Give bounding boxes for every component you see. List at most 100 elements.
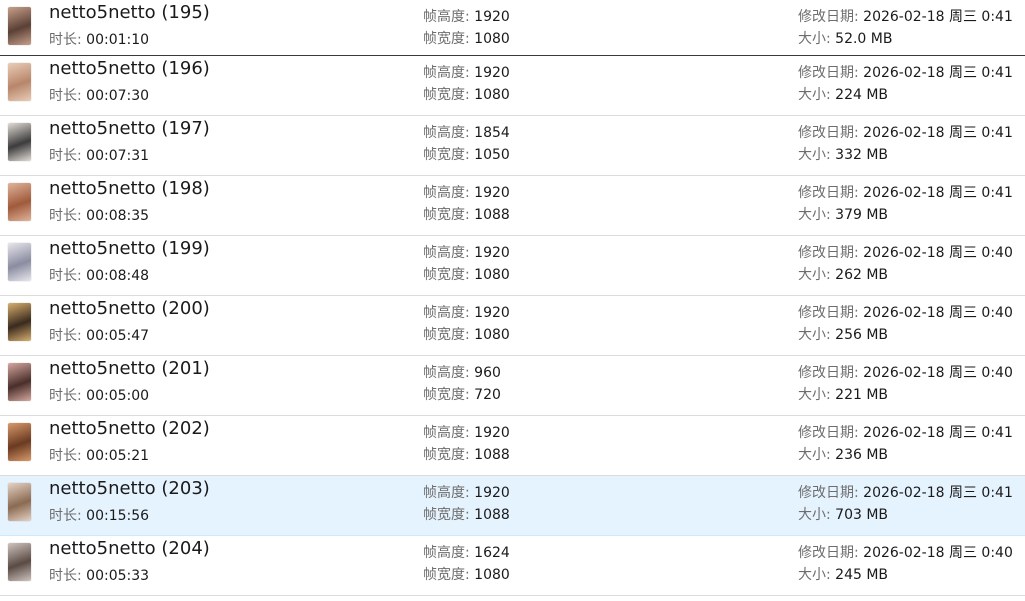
frame-height-value: 1920 bbox=[474, 425, 510, 441]
modified-date-label: 修改日期: bbox=[798, 425, 859, 441]
file-size-label: 大小: bbox=[798, 147, 831, 163]
frame-width-value: 1080 bbox=[474, 87, 510, 103]
modified-date-value: 2026-02-18 周三 0:40 bbox=[863, 245, 1013, 261]
frame-width-label: 帧宽度: bbox=[423, 447, 470, 463]
modified-date-label: 修改日期: bbox=[798, 125, 859, 141]
frame-height-value: 1920 bbox=[474, 245, 510, 261]
frame-width-value: 1050 bbox=[474, 147, 510, 163]
frame-width-field: 帧宽度: 1080 bbox=[423, 324, 510, 344]
duration-field: 时长: 00:07:31 bbox=[49, 145, 149, 165]
duration-field: 时长: 00:08:35 bbox=[49, 205, 149, 225]
file-name: netto5netto (202) bbox=[49, 418, 210, 439]
file-size-field: 大小: 236 MB bbox=[798, 444, 888, 464]
frame-width-field: 帧宽度: 1080 bbox=[423, 84, 510, 104]
file-name: netto5netto (195) bbox=[49, 2, 210, 23]
frame-width-value: 1088 bbox=[474, 447, 510, 463]
file-row[interactable]: netto5netto (196) 时长: 00:07:30 帧高度: 1920… bbox=[0, 56, 1025, 116]
frame-height-value: 1920 bbox=[474, 305, 510, 321]
file-row[interactable]: netto5netto (204) 时长: 00:05:33 帧高度: 1624… bbox=[0, 536, 1025, 596]
file-size-label: 大小: bbox=[798, 507, 831, 523]
video-thumbnail bbox=[8, 483, 31, 521]
frame-height-field: 帧高度: 1920 bbox=[423, 6, 510, 26]
frame-height-value: 1920 bbox=[474, 185, 510, 201]
frame-height-label: 帧高度: bbox=[423, 425, 470, 441]
modified-date-field: 修改日期: 2026-02-18 周三 0:41 bbox=[798, 182, 1013, 202]
video-thumbnail bbox=[8, 303, 31, 341]
modified-date-field: 修改日期: 2026-02-18 周三 0:41 bbox=[798, 62, 1013, 82]
modified-date-field: 修改日期: 2026-02-18 周三 0:41 bbox=[798, 422, 1013, 442]
modified-date-label: 修改日期: bbox=[798, 65, 859, 81]
modified-date-value: 2026-02-18 周三 0:41 bbox=[863, 485, 1013, 501]
file-size-value: 221 MB bbox=[835, 387, 889, 403]
frame-width-label: 帧宽度: bbox=[423, 207, 470, 223]
file-row[interactable]: netto5netto (195) 时长: 00:01:10 帧高度: 1920… bbox=[0, 0, 1025, 56]
modified-date-label: 修改日期: bbox=[798, 305, 859, 321]
duration-label: 时长: bbox=[49, 508, 82, 524]
frame-height-field: 帧高度: 1920 bbox=[423, 182, 510, 202]
file-row[interactable]: netto5netto (200) 时长: 00:05:47 帧高度: 1920… bbox=[0, 296, 1025, 356]
video-thumbnail bbox=[8, 183, 31, 221]
frame-height-field: 帧高度: 1854 bbox=[423, 122, 510, 142]
frame-height-label: 帧高度: bbox=[423, 65, 470, 81]
frame-width-label: 帧宽度: bbox=[423, 87, 470, 103]
frame-height-field: 帧高度: 1920 bbox=[423, 242, 510, 262]
file-size-field: 大小: 379 MB bbox=[798, 204, 888, 224]
frame-width-value: 1080 bbox=[474, 327, 510, 343]
frame-height-field: 帧高度: 960 bbox=[423, 362, 501, 382]
duration-value: 00:07:30 bbox=[86, 88, 150, 104]
file-name: netto5netto (204) bbox=[49, 538, 210, 559]
frame-width-field: 帧宽度: 1088 bbox=[423, 444, 510, 464]
duration-value: 00:05:47 bbox=[86, 328, 150, 344]
file-row[interactable]: netto5netto (199) 时长: 00:08:48 帧高度: 1920… bbox=[0, 236, 1025, 296]
file-size-label: 大小: bbox=[798, 567, 831, 583]
modified-date-label: 修改日期: bbox=[798, 245, 859, 261]
file-row[interactable]: netto5netto (202) 时长: 00:05:21 帧高度: 1920… bbox=[0, 416, 1025, 476]
file-size-field: 大小: 332 MB bbox=[798, 144, 888, 164]
frame-width-label: 帧宽度: bbox=[423, 387, 470, 403]
file-row[interactable]: netto5netto (201) 时长: 00:05:00 帧高度: 960 … bbox=[0, 356, 1025, 416]
modified-date-field: 修改日期: 2026-02-18 周三 0:40 bbox=[798, 242, 1013, 262]
frame-height-value: 1920 bbox=[474, 9, 510, 25]
frame-height-label: 帧高度: bbox=[423, 245, 470, 261]
file-row[interactable]: netto5netto (203) 时长: 00:15:56 帧高度: 1920… bbox=[0, 476, 1025, 536]
duration-field: 时长: 00:07:30 bbox=[49, 85, 149, 105]
frame-height-value: 1920 bbox=[474, 485, 510, 501]
file-row[interactable]: netto5netto (198) 时长: 00:08:35 帧高度: 1920… bbox=[0, 176, 1025, 236]
frame-height-label: 帧高度: bbox=[423, 185, 470, 201]
file-size-label: 大小: bbox=[798, 447, 831, 463]
duration-field: 时长: 00:15:56 bbox=[49, 505, 149, 525]
modified-date-label: 修改日期: bbox=[798, 365, 859, 381]
file-size-value: 379 MB bbox=[835, 207, 889, 223]
duration-label: 时长: bbox=[49, 208, 82, 224]
duration-value: 00:08:48 bbox=[86, 268, 150, 284]
file-name: netto5netto (196) bbox=[49, 58, 210, 79]
duration-label: 时长: bbox=[49, 148, 82, 164]
frame-width-value: 1080 bbox=[474, 567, 510, 583]
file-size-field: 大小: 245 MB bbox=[798, 564, 888, 584]
file-size-label: 大小: bbox=[798, 267, 831, 283]
modified-date-field: 修改日期: 2026-02-18 周三 0:40 bbox=[798, 542, 1013, 562]
modified-date-value: 2026-02-18 周三 0:40 bbox=[863, 545, 1013, 561]
frame-height-field: 帧高度: 1920 bbox=[423, 482, 510, 502]
duration-label: 时长: bbox=[49, 448, 82, 464]
frame-width-field: 帧宽度: 1088 bbox=[423, 504, 510, 524]
frame-width-value: 1080 bbox=[474, 267, 510, 283]
file-size-field: 大小: 52.0 MB bbox=[798, 28, 892, 48]
duration-value: 00:08:35 bbox=[86, 208, 150, 224]
frame-height-label: 帧高度: bbox=[423, 125, 470, 141]
modified-date-field: 修改日期: 2026-02-18 周三 0:41 bbox=[798, 122, 1013, 142]
duration-field: 时长: 00:05:33 bbox=[49, 565, 149, 585]
video-thumbnail bbox=[8, 243, 31, 281]
frame-width-value: 1088 bbox=[474, 207, 510, 223]
file-row[interactable]: netto5netto (197) 时长: 00:07:31 帧高度: 1854… bbox=[0, 116, 1025, 176]
frame-height-label: 帧高度: bbox=[423, 485, 470, 501]
file-size-value: 262 MB bbox=[835, 267, 889, 283]
duration-value: 00:07:31 bbox=[86, 148, 150, 164]
file-name: netto5netto (201) bbox=[49, 358, 210, 379]
duration-label: 时长: bbox=[49, 568, 82, 584]
modified-date-label: 修改日期: bbox=[798, 9, 859, 25]
duration-label: 时长: bbox=[49, 32, 82, 48]
file-name: netto5netto (197) bbox=[49, 118, 210, 139]
file-size-label: 大小: bbox=[798, 207, 831, 223]
frame-height-field: 帧高度: 1920 bbox=[423, 422, 510, 442]
